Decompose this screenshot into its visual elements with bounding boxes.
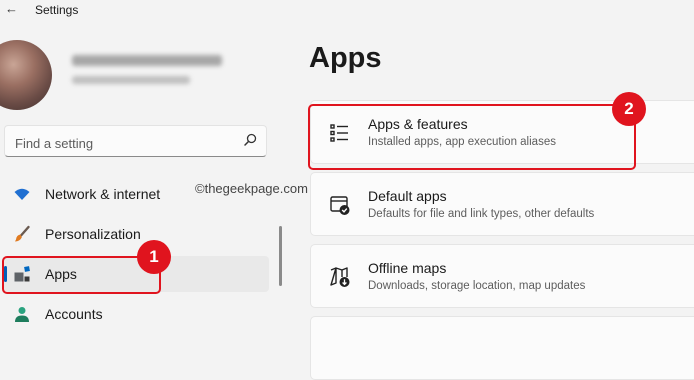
card-title: Default apps	[368, 188, 447, 204]
default-apps-icon	[330, 196, 350, 215]
annotation-highlight-apps-features	[308, 104, 636, 170]
back-arrow-icon[interactable]: ←	[5, 1, 18, 16]
title-bar: ← Settings	[0, 0, 694, 22]
user-name-blurred	[72, 55, 222, 66]
sidebar-item-label: Personalization	[45, 226, 141, 242]
paintbrush-icon	[15, 225, 30, 242]
avatar[interactable]	[0, 40, 52, 110]
user-email-blurred	[72, 76, 190, 84]
accounts-icon	[15, 307, 29, 322]
sidebar-item-personalization[interactable]: Personalization	[4, 216, 269, 252]
search-box[interactable]	[4, 125, 267, 157]
map-download-icon	[330, 267, 350, 287]
wifi-icon	[14, 188, 30, 200]
default-apps-card[interactable]: Default apps Defaults for file and link …	[310, 172, 694, 236]
watermark: ©thegeekpage.com	[195, 181, 308, 196]
sidebar-item-label: Accounts	[45, 306, 103, 322]
annotation-badge-1: 1	[137, 240, 171, 274]
annotation-badge-2: 2	[612, 92, 646, 126]
next-card-partial[interactable]	[310, 316, 694, 380]
card-description: Defaults for file and link types, other …	[368, 208, 595, 220]
sidebar-item-label: Network & internet	[45, 186, 161, 202]
offline-maps-card[interactable]: Offline maps Downloads, storage location…	[310, 244, 694, 308]
page-title: Apps	[309, 42, 382, 74]
sidebar-scrollbar[interactable]	[279, 226, 282, 286]
card-description: Downloads, storage location, map updates	[368, 280, 586, 292]
app-title: Settings	[35, 3, 79, 17]
search-icon[interactable]	[242, 132, 258, 148]
search-input[interactable]	[13, 133, 227, 153]
card-title: Offline maps	[368, 260, 447, 276]
